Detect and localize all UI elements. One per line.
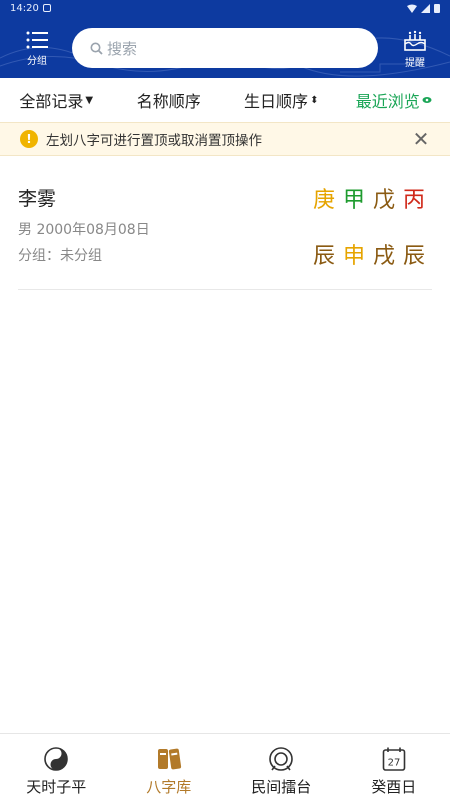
tab-folk-arena[interactable]: 民间擂台 (225, 734, 338, 800)
tab-label: 天时子平 (26, 778, 87, 796)
branch-year: 辰 (312, 244, 335, 269)
search-placeholder: 搜索 (107, 39, 138, 58)
group-label: 分组 (27, 56, 47, 67)
branch-day: 戌 (372, 244, 395, 269)
tip-text: 左划八字可进行置顶或取消置顶操作 (46, 133, 262, 149)
eye-icon (422, 97, 432, 103)
record-name: 李雾 (18, 188, 57, 210)
filter-bar: 全部记录 ▼ 名称顺序 生日顺序 ⬍ 最近浏览 (0, 78, 450, 122)
arena-icon (269, 747, 294, 771)
search-icon (90, 42, 103, 55)
warning-icon: ! (20, 130, 38, 148)
record-group: 分组：未分组 (18, 248, 102, 264)
filter-name-order[interactable]: 名称顺序 (113, 88, 226, 112)
branch-hour: 辰 (402, 244, 425, 269)
group-button[interactable]: 分组 (18, 30, 56, 68)
battery-icon (434, 4, 440, 13)
sort-icon: ⬍ (310, 94, 319, 106)
list-icon (26, 31, 48, 49)
status-time: 14:20 (10, 2, 39, 14)
tab-label: 民间擂台 (251, 778, 312, 796)
close-icon[interactable]: ✕ (412, 129, 430, 149)
search-input[interactable]: 搜索 (72, 28, 378, 68)
filter-label: 最近浏览 (355, 92, 420, 111)
tab-label: 癸酉日 (371, 778, 417, 796)
app-header: 14:20 分组 搜索 提醒 (0, 0, 450, 78)
stem-year: 庚 (312, 188, 335, 213)
filter-all-records[interactable]: 全部记录 ▼ (0, 88, 113, 112)
birthday-cake-icon (404, 30, 426, 51)
earthly-branches: 辰 申 戌 辰 (312, 238, 426, 270)
filter-label: 生日顺序 (244, 92, 309, 111)
filter-label: 名称顺序 (136, 92, 201, 111)
yin-yang-icon (44, 747, 69, 771)
stem-day: 戊 (372, 188, 395, 213)
remind-button[interactable]: 提醒 (396, 30, 434, 70)
filter-recent-viewed[interactable]: 最近浏览 (338, 88, 450, 112)
bottom-tab-bar: 天时子平 八字库 民间擂台 27 癸酉日 (0, 733, 450, 800)
record-list-item[interactable]: 李雾 男 2000年08月08日 分组：未分组 庚 甲 戊 丙 辰 申 戌 辰 (18, 172, 432, 290)
tab-label: 八字库 (146, 778, 192, 796)
remind-label: 提醒 (405, 58, 425, 69)
filter-label: 全部记录 (19, 92, 84, 111)
record-birth-info: 男 2000年08月08日 (18, 222, 150, 238)
signal-icon (421, 3, 430, 13)
calendar-day-number: 27 (387, 758, 400, 769)
books-icon (157, 748, 181, 770)
heavenly-stems: 庚 甲 戊 丙 (312, 182, 426, 214)
filter-birthday-order[interactable]: 生日顺序 ⬍ (225, 88, 338, 112)
tab-tianshi-ziping[interactable]: 天时子平 (0, 734, 113, 800)
status-bar: 14:20 (0, 0, 450, 16)
stem-month: 甲 (342, 188, 365, 213)
tip-banner: ! 左划八字可进行置顶或取消置顶操作 ✕ (0, 122, 450, 156)
status-icons (407, 3, 440, 13)
stem-hour: 丙 (402, 188, 425, 213)
tab-calendar-day[interactable]: 27 癸酉日 (338, 734, 450, 800)
tab-bazi-library[interactable]: 八字库 (113, 734, 226, 800)
branch-month: 申 (342, 244, 365, 269)
wifi-icon (407, 4, 417, 13)
dropdown-arrow-icon: ▼ (85, 94, 94, 106)
notification-icon (42, 4, 51, 12)
calendar-icon: 27 (382, 747, 406, 771)
